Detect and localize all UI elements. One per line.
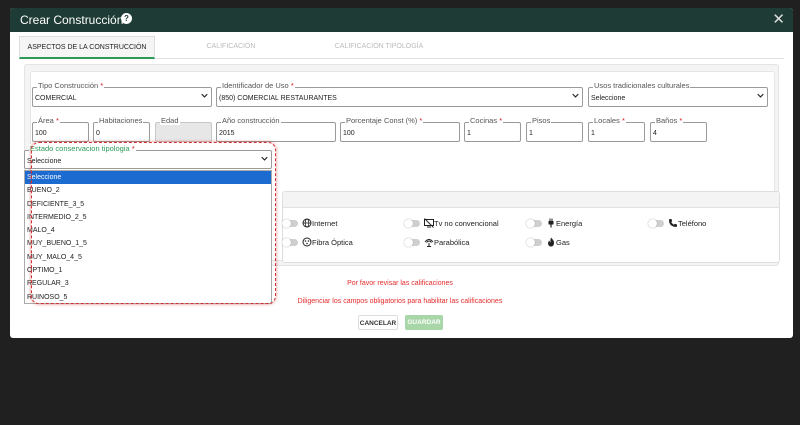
dropdown-option[interactable]: BUENO_2 — [25, 184, 271, 197]
required-mark: * — [621, 116, 625, 125]
chevron-down-icon — [261, 156, 268, 161]
cocinas-input[interactable]: Cocinas * 1 — [464, 116, 521, 142]
required-mark: * — [100, 81, 104, 90]
flame-icon — [548, 237, 555, 247]
service-label: Teléfono — [678, 219, 707, 228]
required-mark: * — [131, 144, 135, 153]
locales-value: 1 — [591, 130, 595, 137]
identificador-uso-label: Identificador de Uso — [222, 81, 289, 90]
tab-calificacion[interactable]: CALIFICACIÓN — [171, 36, 291, 59]
question-circle-icon[interactable]: ? — [121, 13, 132, 24]
banos-value: 4 — [653, 130, 657, 137]
service-label: Gas — [556, 238, 570, 247]
habitaciones-input[interactable]: Habitaciones 0 — [93, 116, 150, 142]
services-header — [283, 192, 779, 208]
required-mark: * — [290, 81, 294, 90]
service-energia[interactable]: Energía — [526, 218, 626, 230]
service-label: Internet — [312, 219, 338, 228]
modal-header: Crear Construcción ? ✕ — [10, 8, 793, 32]
tab-calificacion-tipologia[interactable]: CALIFICACIÓN TIPOLOGÍA — [301, 36, 457, 59]
estado-conservacion-label: Estado conservacion tipologia — [30, 144, 130, 153]
globe-icon — [302, 218, 312, 228]
save-button[interactable]: GUARDAR — [405, 315, 443, 330]
pisos-value: 1 — [529, 130, 533, 137]
dropdown-option[interactable]: DEFICIENTE_3_5 — [25, 198, 271, 211]
toggle-switch[interactable] — [282, 238, 298, 247]
required-mark: * — [419, 116, 423, 125]
cancel-button[interactable]: CANCELAR — [358, 315, 398, 330]
anio-construccion-input[interactable]: Año construcción 2015 — [216, 116, 336, 142]
estado-conservacion-value: Seleccione — [27, 158, 62, 165]
estado-conservacion-select[interactable]: Estado conservacion tipologia * Seleccio… — [24, 144, 272, 169]
dropdown-option[interactable]: MUY_BUENO_1_5 — [25, 237, 271, 250]
usos-tradicionales-select[interactable]: Usos tradicionales culturales Seleccione — [588, 81, 768, 107]
toggle-switch[interactable] — [282, 219, 298, 228]
modal-title: Crear Construcción — [20, 13, 124, 27]
edad-label: Edad — [160, 116, 180, 125]
identificador-uso-value: (850) COMERCIAL RESTAURANTES — [219, 95, 337, 102]
dropdown-option[interactable]: MUY_MALO_4_5 — [25, 251, 271, 264]
close-icon[interactable]: ✕ — [772, 10, 785, 28]
phone-icon — [669, 219, 677, 227]
service-tv[interactable]: Tv no convencional — [404, 218, 514, 230]
tab-aspectos[interactable]: ASPECTOS DE LA CONSTRUCCIÓN — [19, 36, 155, 59]
chevron-down-icon — [572, 93, 579, 98]
cocinas-label: Cocinas — [470, 116, 498, 125]
chevron-down-icon — [201, 93, 208, 98]
plug-icon — [548, 218, 554, 228]
dropdown-option[interactable]: MALO_4 — [25, 224, 271, 237]
edad-input: Edad — [155, 116, 212, 142]
habitaciones-label: Habitaciones — [98, 116, 144, 125]
usos-tradicionales-value: Seleccione — [591, 95, 626, 102]
locales-label: Locales — [594, 116, 620, 125]
toggle-switch[interactable] — [526, 238, 542, 247]
tab-bar: ASPECTOS DE LA CONSTRUCCIÓN CALIFICACIÓN… — [19, 36, 784, 59]
toggle-switch[interactable] — [404, 219, 420, 228]
service-label: Fibra Óptica — [312, 238, 353, 247]
toggle-switch[interactable] — [526, 219, 542, 228]
porcentaje-const-input[interactable]: Porcentaje Const (%) * 100 — [340, 116, 460, 142]
banos-label: Baños — [656, 116, 678, 125]
review-message: Por favor revisar las calificaciones — [347, 280, 453, 287]
service-internet[interactable]: Internet — [282, 218, 382, 230]
area-input[interactable]: Área * 100 — [32, 116, 89, 142]
pisos-input[interactable]: Pisos 1 — [526, 116, 583, 142]
area-value: 100 — [35, 130, 47, 137]
service-label: Parabólica — [434, 238, 470, 247]
toggle-switch[interactable] — [648, 219, 664, 228]
tipo-construccion-value: COMERCIAL — [35, 95, 77, 102]
identificador-uso-select[interactable]: Identificador de Uso * (850) COMERCIAL R… — [216, 81, 583, 107]
area-label: Área — [38, 116, 54, 125]
service-parabolica[interactable]: Parabólica — [404, 237, 504, 249]
service-fibra[interactable]: Fibra Óptica — [282, 237, 382, 249]
tipo-construccion-label: Tipo Construcción — [38, 81, 99, 90]
chevron-down-icon — [757, 93, 764, 98]
porcentaje-const-label: Porcentaje Const (%) — [346, 116, 418, 125]
tv-icon — [424, 218, 434, 228]
usos-tradicionales-label: Usos tradicionales culturales — [593, 81, 691, 90]
required-mark: * — [55, 116, 59, 125]
habitaciones-value: 0 — [96, 130, 100, 137]
fiber-icon — [302, 237, 312, 247]
pisos-label: Pisos — [531, 116, 552, 125]
required-mark: * — [499, 116, 503, 125]
locales-input[interactable]: Locales * 1 — [588, 116, 645, 142]
porcentaje-const-value: 100 — [343, 130, 355, 137]
service-telefono[interactable]: Teléfono — [648, 218, 748, 230]
service-gas[interactable]: Gas — [526, 237, 626, 249]
dropdown-option[interactable]: OPTIMO_1 — [25, 264, 271, 277]
service-label: Tv no convencional — [434, 219, 499, 228]
toggle-switch[interactable] — [404, 238, 420, 247]
anio-construccion-value: 2015 — [219, 130, 235, 137]
service-label: Energía — [556, 219, 583, 228]
tipo-construccion-select[interactable]: Tipo Construcción * COMERCIAL — [32, 81, 212, 107]
banos-input[interactable]: Baños * 4 — [650, 116, 707, 142]
required-fields-message: Diligenciar los campos obligatorios para… — [297, 298, 503, 305]
satellite-dish-icon — [424, 239, 434, 247]
cocinas-value: 1 — [467, 130, 471, 137]
anio-construccion-label: Año construcción — [221, 116, 281, 125]
dropdown-option[interactable]: INTERMEDIO_2_5 — [25, 211, 271, 224]
dropdown-option[interactable]: Seleccione — [25, 171, 271, 185]
required-mark: * — [679, 116, 683, 125]
